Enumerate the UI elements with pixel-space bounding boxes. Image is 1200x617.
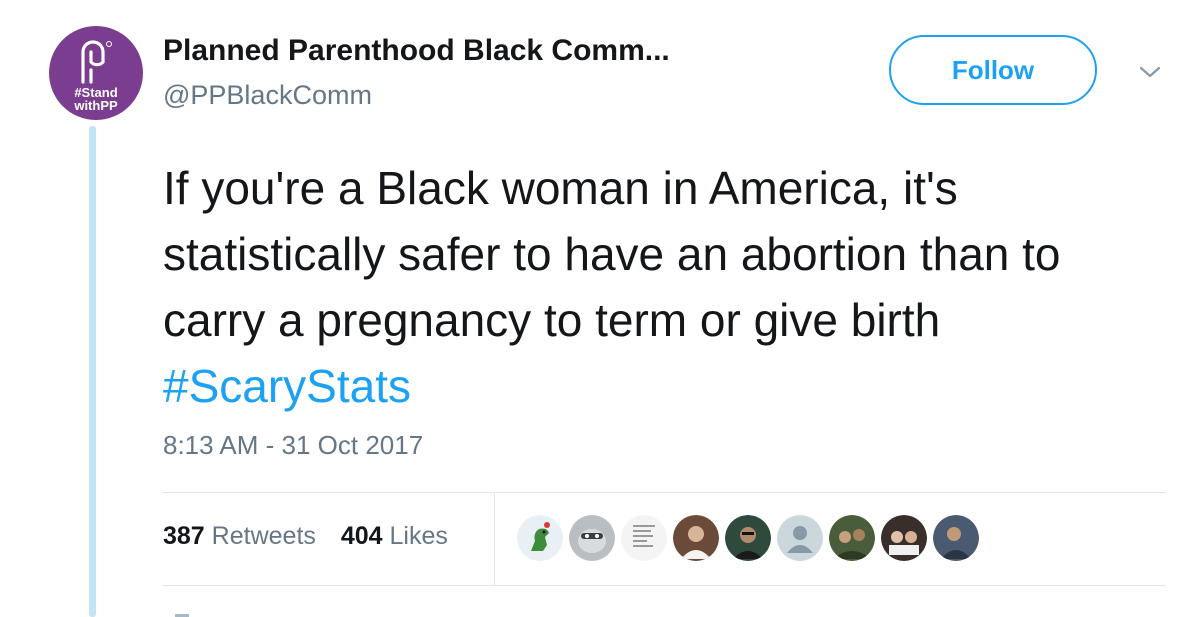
cartoon-raccoon-icon	[569, 515, 615, 561]
person-photo-icon	[725, 515, 771, 561]
avatar-tag: #Stand withPP	[74, 86, 117, 112]
chevron-down-icon[interactable]	[1137, 62, 1163, 82]
tweet-stats: 387 Retweets 404 Likes	[163, 522, 466, 551]
liker-avatar[interactable]	[777, 515, 823, 561]
liker-avatar[interactable]	[673, 515, 719, 561]
person-photo-icon	[673, 515, 719, 561]
divider	[163, 585, 1166, 586]
retweets-stat[interactable]: 387 Retweets	[163, 522, 316, 551]
liker-avatars	[517, 515, 979, 561]
liker-avatar[interactable]	[933, 515, 979, 561]
person-photo-icon	[933, 515, 979, 561]
likes-label: Likes	[389, 522, 448, 550]
follow-button[interactable]: Follow	[889, 35, 1097, 105]
divider	[163, 492, 1166, 493]
retweets-label: Retweets	[211, 522, 316, 550]
meme-text-icon	[621, 515, 667, 561]
green-dinosaur-icon	[517, 515, 563, 561]
liker-avatar[interactable]	[725, 515, 771, 561]
likes-stat[interactable]: 404 Likes	[341, 522, 448, 551]
liker-avatar[interactable]	[621, 515, 667, 561]
liker-avatar[interactable]	[569, 515, 615, 561]
hashtag-link[interactable]: #ScaryStats	[163, 360, 411, 412]
outdoor-photo-icon	[829, 515, 875, 561]
account-name[interactable]: Planned Parenthood Black Comm...	[163, 34, 670, 68]
group-photo-icon	[881, 515, 927, 561]
likes-count: 404	[340, 522, 383, 550]
default-user-icon	[777, 515, 823, 561]
account-handle[interactable]: @PPBlackComm	[163, 80, 372, 111]
tweet-timestamp[interactable]: 8:13 AM - 31 Oct 2017	[163, 430, 423, 461]
avatar[interactable]: #Stand withPP	[49, 26, 143, 120]
planned-parenthood-logo-icon	[81, 40, 112, 84]
liker-avatar[interactable]	[881, 515, 927, 561]
retweets-count: 387	[163, 522, 205, 550]
thread-line	[89, 126, 96, 617]
liker-avatar[interactable]	[517, 515, 563, 561]
tweet-text: If you're a Black woman in America, it's…	[163, 155, 1173, 419]
avatar-tag-line2: withPP	[74, 98, 118, 113]
divider	[494, 492, 495, 585]
liker-avatar[interactable]	[829, 515, 875, 561]
tweet-body: If you're a Black woman in America, it's…	[163, 162, 1061, 346]
